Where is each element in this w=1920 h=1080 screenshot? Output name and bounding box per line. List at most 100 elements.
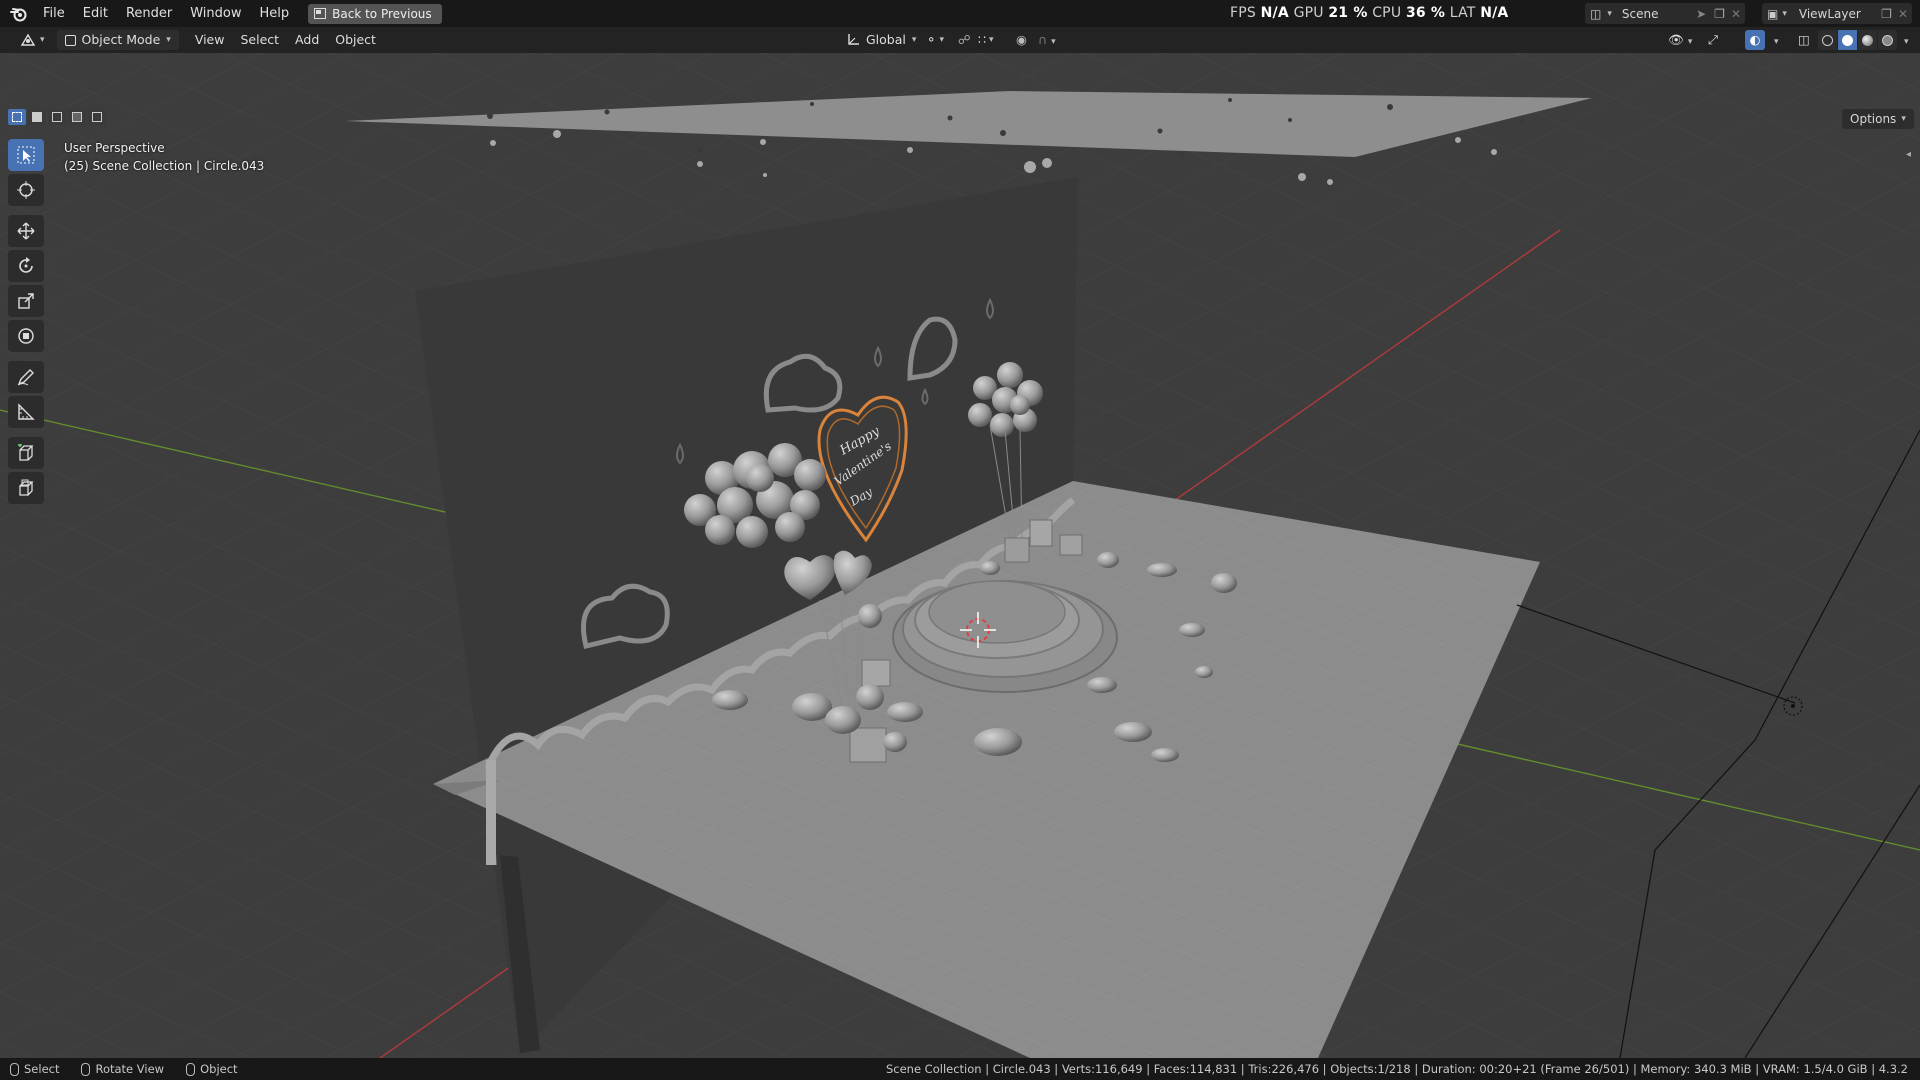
visibility-dropdown[interactable]: 👁 ▾ xyxy=(1660,30,1700,50)
object-mode-dropdown[interactable]: Object Mode ▾ xyxy=(56,30,179,50)
new-view-layer-icon[interactable]: ❐ xyxy=(1881,7,1892,21)
new-scene-icon[interactable]: ❐ xyxy=(1714,7,1725,21)
back-to-previous-button[interactable]: Back to Previous xyxy=(308,3,442,24)
select-subtract-button[interactable] xyxy=(48,109,66,125)
select-invert-button[interactable] xyxy=(68,109,86,125)
perspective-label: User Perspective xyxy=(64,141,165,155)
editor-type-button[interactable]: ▾ xyxy=(12,30,53,50)
mouse-left-icon xyxy=(10,1062,19,1076)
menu-select[interactable]: Select xyxy=(232,30,287,50)
status-object-label: Object xyxy=(200,1062,238,1076)
menu-window[interactable]: Window xyxy=(181,0,250,27)
round-stage xyxy=(892,580,1118,693)
proportional-falloff-dropdown[interactable]: ∩ ▾ xyxy=(1030,30,1064,50)
select-box-tool[interactable] xyxy=(8,139,44,171)
shading-options-dropdown[interactable]: ▾ xyxy=(1896,30,1917,50)
overlays-dropdown[interactable]: ▾ xyxy=(1766,30,1787,50)
pencil-icon xyxy=(17,369,34,386)
transform-orientation-dropdown[interactable]: Global ▾ xyxy=(838,30,924,50)
viewport-header: ▾ Object Mode ▾ View Select Add Object G… xyxy=(0,27,1920,53)
menu-object[interactable]: Object xyxy=(327,30,384,50)
select-intersect-button[interactable] xyxy=(88,109,106,125)
rendered-shading-button[interactable] xyxy=(1878,30,1897,50)
material-shading-button[interactable] xyxy=(1858,30,1877,50)
lat-value: N/A xyxy=(1480,5,1509,21)
selection-mode-buttons xyxy=(8,109,106,125)
view-layer-selector[interactable]: ▣ ▾ ViewLayer ❐ ✕ xyxy=(1762,3,1912,24)
menu-edit[interactable]: Edit xyxy=(74,0,117,27)
tool-shelf xyxy=(8,139,48,507)
fps-value: N/A xyxy=(1260,5,1289,21)
options-label: Options xyxy=(1850,112,1897,126)
chevron-down-icon: ▾ xyxy=(1774,37,1779,47)
chevron-down-icon: ▾ xyxy=(40,35,45,45)
status-select-label: Select xyxy=(24,1062,60,1076)
lat-label: LAT xyxy=(1449,5,1476,21)
view-layer-name: ViewLayer xyxy=(1798,6,1861,21)
orientation-axes-icon xyxy=(848,34,859,45)
select-new-button[interactable] xyxy=(8,109,26,125)
scene-icon: ◫ xyxy=(1590,6,1602,21)
viewport-info-overlay: User Perspective (25) Scene Collection |… xyxy=(64,139,264,175)
extrude-tool[interactable] xyxy=(8,472,44,504)
menu-view[interactable]: View xyxy=(187,30,233,50)
sidebar-toggle[interactable]: ◂ xyxy=(1906,149,1918,163)
pivot-icon: ⚬ xyxy=(926,32,937,47)
scene-drawing: Happy Valentine's Day xyxy=(0,53,1920,1058)
fps-label: FPS xyxy=(1230,5,1256,21)
chevron-down-icon: ▾ xyxy=(1901,114,1906,124)
pin-icon[interactable]: ➤ xyxy=(1696,7,1706,21)
fullscreen-exit-icon xyxy=(314,8,327,19)
scene-statistics: Scene Collection | Circle.043 | Verts:11… xyxy=(885,1062,1908,1076)
select-invert-icon xyxy=(72,112,82,122)
blender-logo-icon[interactable] xyxy=(4,0,34,27)
chevron-down-icon: ▾ xyxy=(1607,8,1612,19)
extrude-cube-icon xyxy=(19,479,34,496)
overlays-toggle[interactable]: ◐ xyxy=(1745,30,1765,50)
chevron-down-icon: ▾ xyxy=(1782,8,1787,19)
close-icon[interactable]: ✕ xyxy=(1731,7,1741,21)
transform-tool[interactable] xyxy=(8,320,44,352)
scene-name: Scene xyxy=(1621,6,1659,21)
mouse-right-icon xyxy=(186,1062,196,1076)
move-arrows-icon xyxy=(17,222,35,240)
add-cube-icon xyxy=(18,444,34,461)
solid-shading-button[interactable] xyxy=(1838,30,1857,50)
menu-file[interactable]: File xyxy=(34,0,74,27)
3d-viewport[interactable]: Happy Valentine's Day User Perspective (… xyxy=(0,53,1920,1058)
cpu-label: CPU xyxy=(1372,5,1402,21)
scene-selector[interactable]: ◫ ▾ Scene ➤ ❐ ✕ xyxy=(1585,3,1745,24)
measure-tool[interactable] xyxy=(8,396,44,428)
chevron-down-icon: ▾ xyxy=(988,35,994,45)
view-layer-icon: ▣ xyxy=(1767,6,1779,21)
status-object-hint: Object xyxy=(186,1062,238,1076)
cursor-tool[interactable] xyxy=(8,174,44,206)
wireframe-shading-button[interactable] xyxy=(1818,30,1837,50)
menu-render[interactable]: Render xyxy=(117,0,181,27)
select-subtract-icon xyxy=(52,112,62,122)
rotate-tool[interactable] xyxy=(8,250,44,282)
status-rotate-label: Rotate View xyxy=(95,1062,165,1076)
select-extend-button[interactable] xyxy=(28,109,46,125)
move-tool[interactable] xyxy=(8,215,44,247)
close-icon[interactable]: ✕ xyxy=(1898,7,1908,21)
mouse-middle-icon xyxy=(81,1062,91,1076)
transform-orientation-label: Global xyxy=(866,32,906,47)
xray-toggle[interactable]: ◫ xyxy=(1790,30,1818,50)
chevron-down-icon: ▾ xyxy=(911,35,917,45)
chevron-down-icon: ▾ xyxy=(166,35,171,45)
menu-help[interactable]: Help xyxy=(251,0,299,27)
options-dropdown[interactable]: Options ▾ xyxy=(1842,109,1914,129)
pivot-point-dropdown[interactable]: ⚬ ▾ xyxy=(918,30,952,50)
annotate-tool[interactable] xyxy=(8,361,44,393)
snap-target-dropdown[interactable]: ∷ ▾ xyxy=(970,30,1001,50)
menu-add[interactable]: Add xyxy=(287,30,327,50)
gizmo-toggle[interactable]: ⤢ xyxy=(1700,30,1726,50)
add-cube-tool[interactable] xyxy=(8,437,44,469)
scale-tool[interactable] xyxy=(8,285,44,317)
rendered-sphere-icon xyxy=(1882,34,1893,46)
select-extend-icon xyxy=(32,112,42,122)
3d-viewport-icon xyxy=(20,33,36,46)
chevron-down-icon: ▾ xyxy=(939,35,945,45)
solid-sphere-icon xyxy=(1842,34,1853,46)
